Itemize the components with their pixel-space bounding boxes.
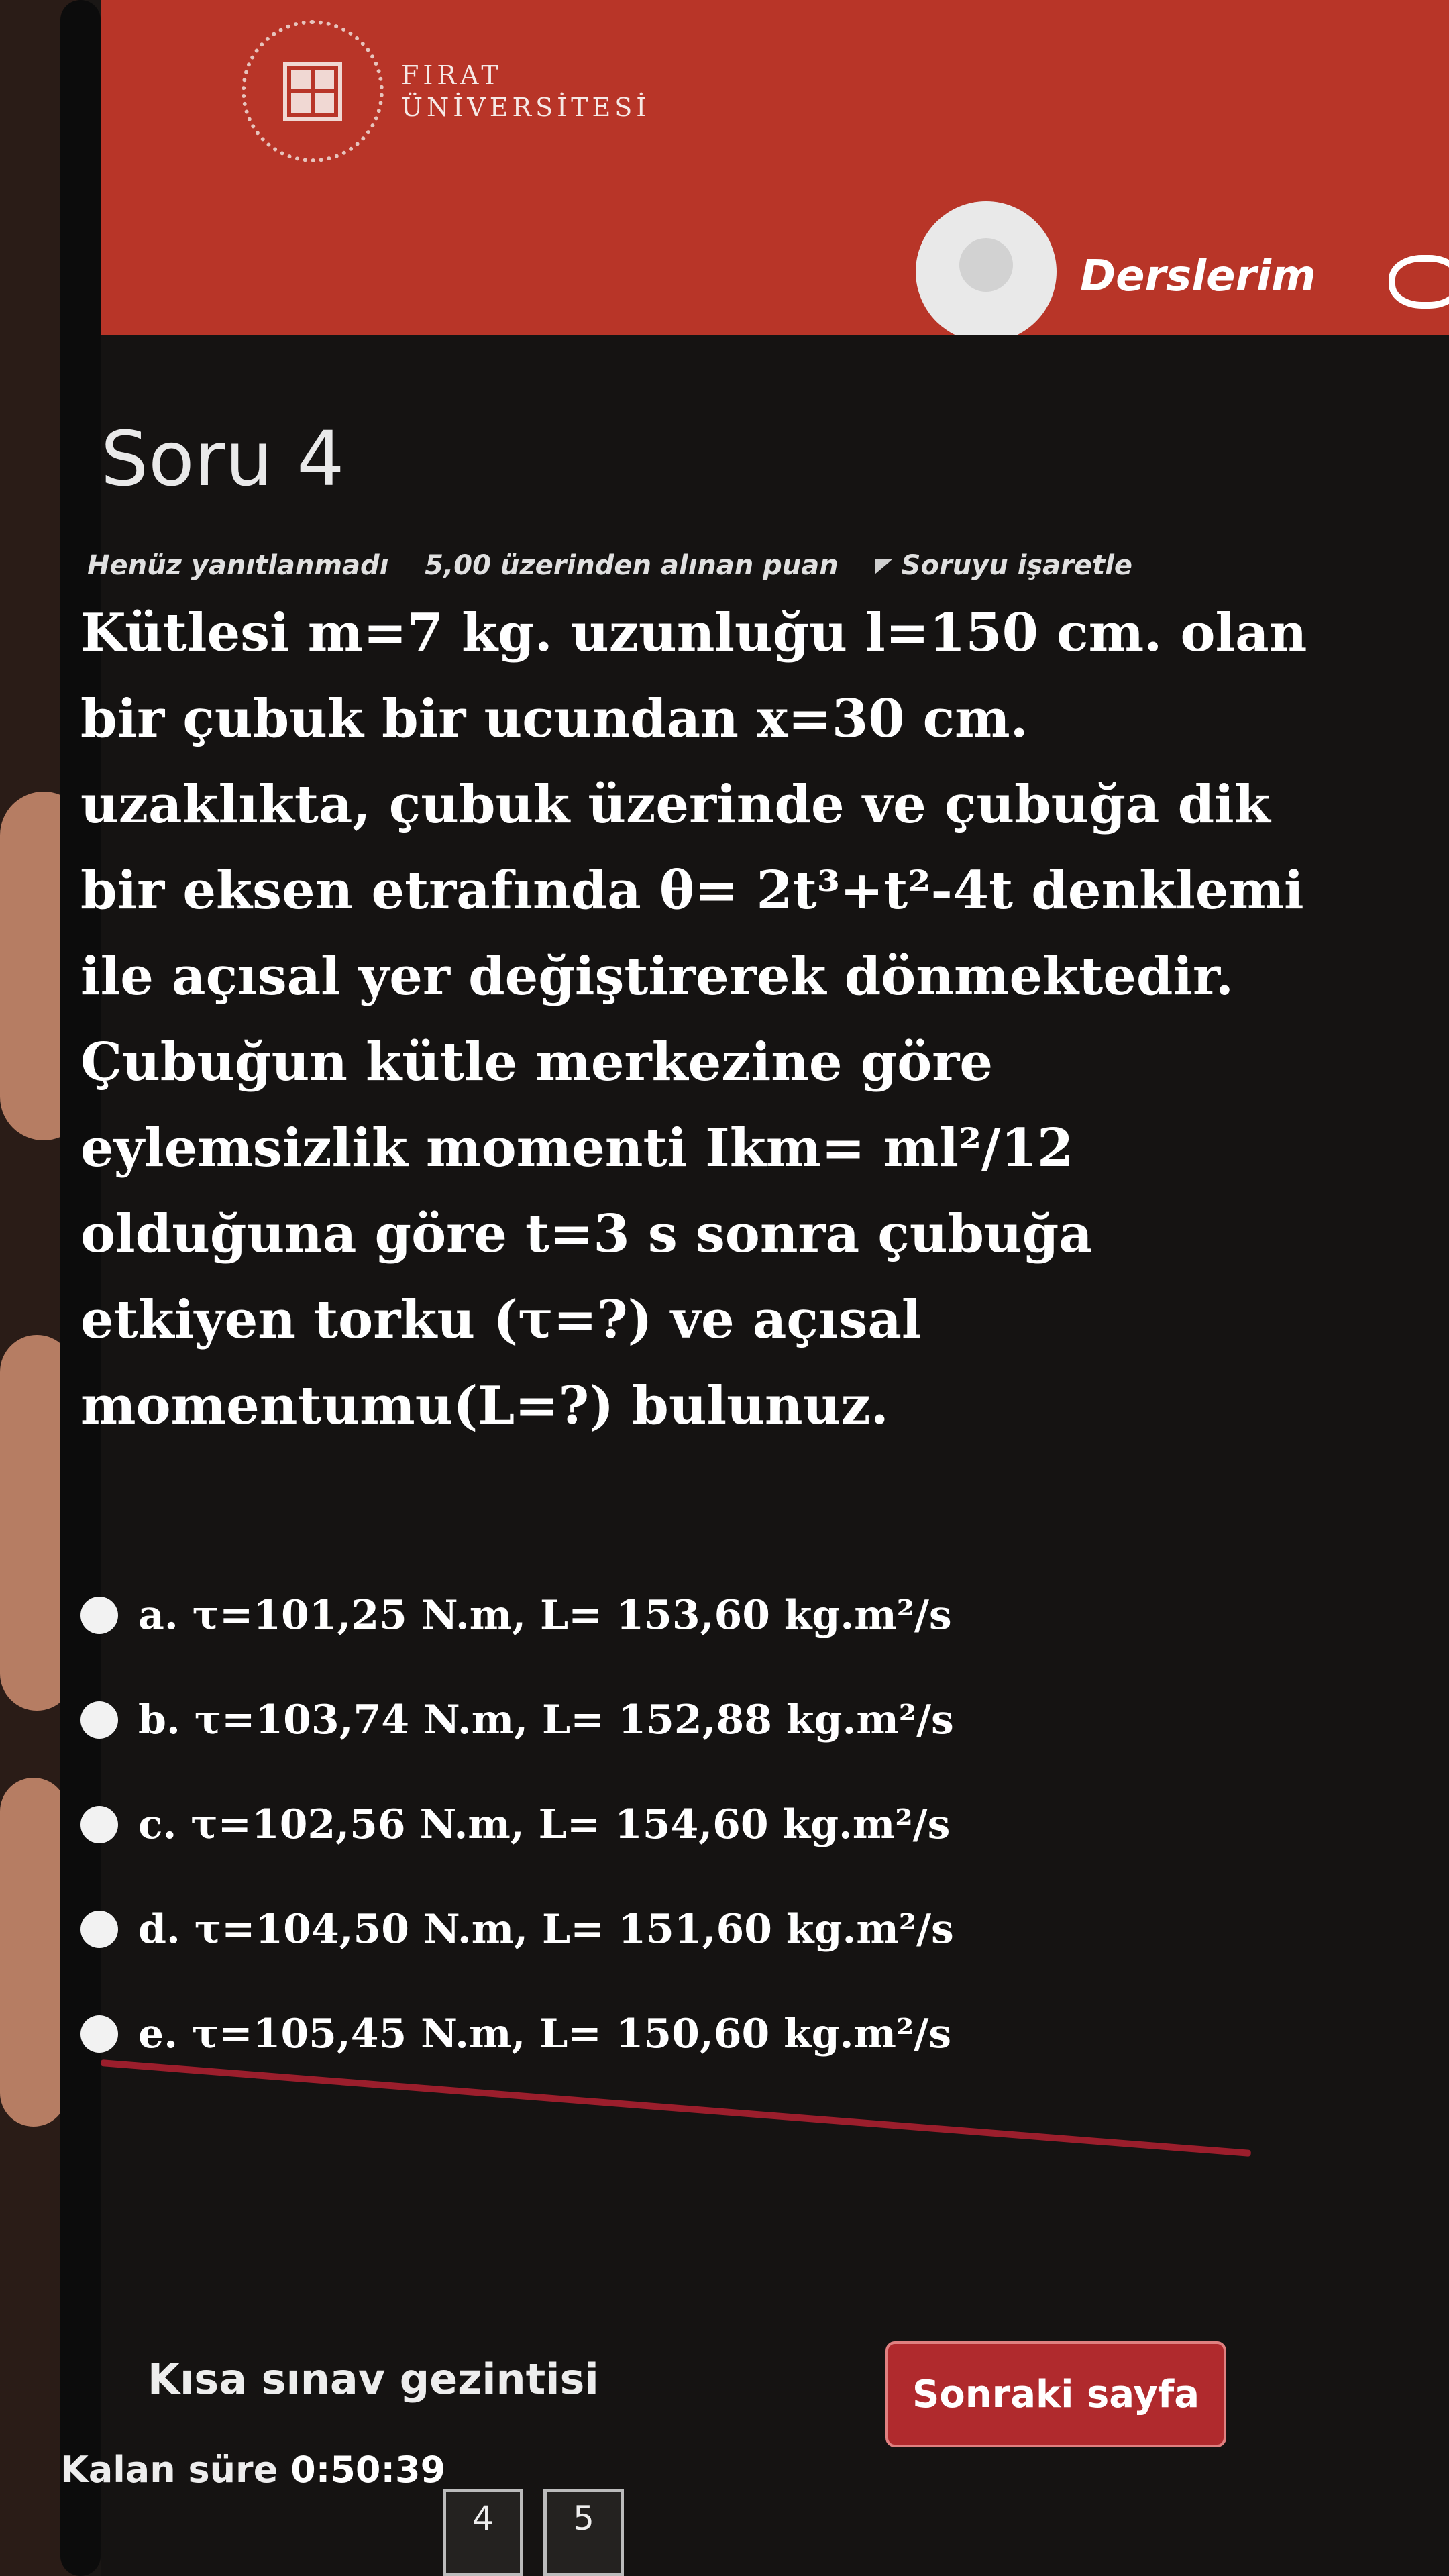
- question-line: ile açısal yer değiştirerek dönmektedir.: [80, 946, 1234, 1007]
- flag-question-link[interactable]: Soruyu işaretle: [874, 550, 1132, 581]
- answer-label: e. τ=105,45 N.m, L= 150,60 kg.m²/s: [138, 2010, 952, 2057]
- question-line: bir çubuk bir ucundan x=30 cm.: [80, 688, 1028, 749]
- radio-button[interactable]: [80, 1701, 118, 1739]
- question-line: Kütlesi m=7 kg. uzunluğu l=150 cm. olan: [80, 602, 1307, 663]
- chat-icon[interactable]: [1389, 255, 1449, 309]
- answer-label: a. τ=101,25 N.m, L= 153,60 kg.m²/s: [138, 1592, 952, 1639]
- time-remaining: Kalan süre 0:50:39: [60, 2449, 445, 2491]
- radio-button[interactable]: [80, 1597, 118, 1634]
- radio-button[interactable]: [80, 1911, 118, 1948]
- page-nav-button[interactable]: 4: [443, 2489, 523, 2576]
- question-title: Soru 4: [101, 416, 345, 503]
- question-line: bir eksen etrafında θ= 2t³+t²-4t denklem…: [80, 860, 1304, 921]
- flag-icon: [874, 559, 892, 574]
- finger: [0, 1778, 67, 2127]
- question-line: eylemsizlik momenti Ikm= ml²/12: [80, 1118, 1074, 1179]
- answer-label: d. τ=104,50 N.m, L= 151,60 kg.m²/s: [138, 1906, 954, 1953]
- question-line: etkiyen torku (τ=?) ve açısal: [80, 1289, 922, 1350]
- time-remaining-value: 0:50:39: [290, 2449, 446, 2491]
- answer-option-b[interactable]: b. τ=103,74 N.m, L= 152,88 kg.m²/s: [80, 1668, 954, 1772]
- quiz-navigation-title: Kısa sınav gezintisi: [148, 2355, 599, 2404]
- radio-button[interactable]: [80, 1806, 118, 1843]
- question-line: olduğuna göre t=3 s sonra çubuğa: [80, 1203, 1093, 1265]
- flag-question-label: Soruyu işaretle: [901, 550, 1132, 581]
- question-line: Çubuğun kütle merkezine göre: [80, 1032, 993, 1093]
- user-avatar[interactable]: [916, 201, 1057, 342]
- page-nav-button[interactable]: 5: [543, 2489, 624, 2576]
- quiz-page-nav: 4 5: [443, 2489, 624, 2576]
- answer-label: b. τ=103,74 N.m, L= 152,88 kg.m²/s: [138, 1697, 954, 1743]
- radio-button[interactable]: [80, 2015, 118, 2053]
- time-remaining-label: Kalan süre: [60, 2449, 278, 2491]
- question-line: momentumu(L=?) bulunuz.: [80, 1375, 889, 1436]
- next-page-button[interactable]: Sonraki sayfa: [885, 2341, 1226, 2447]
- answer-option-d[interactable]: d. τ=104,50 N.m, L= 151,60 kg.m²/s: [80, 1877, 954, 1982]
- answer-label: c. τ=102,56 N.m, L= 154,60 kg.m²/s: [138, 1801, 951, 1848]
- answer-option-a[interactable]: a. τ=101,25 N.m, L= 153,60 kg.m²/s: [80, 1563, 954, 1668]
- university-logo[interactable]: FIRAT ÜNİVERSİTESİ: [241, 20, 651, 162]
- question-status: Henüz yanıtlanmadı: [87, 550, 389, 581]
- question-info: Henüz yanıtlanmadı 5,00 üzerinden alınan…: [87, 550, 1159, 581]
- university-seal-icon: [241, 20, 384, 162]
- question-points: 5,00 üzerinden alınan puan: [425, 550, 839, 581]
- answer-option-c[interactable]: c. τ=102,56 N.m, L= 154,60 kg.m²/s: [80, 1772, 954, 1877]
- question-text: Kütlesi m=7 kg. uzunluğu l=150 cm. olan …: [80, 590, 1355, 1449]
- answer-options: a. τ=101,25 N.m, L= 153,60 kg.m²/s b. τ=…: [80, 1563, 954, 2086]
- my-courses-link[interactable]: Derslerim: [1080, 252, 1316, 301]
- site-header: FIRAT ÜNİVERSİTESİ Derslerim: [101, 0, 1449, 342]
- question-line: uzaklıkta, çubuk üzerinde ve çubuğa dik: [80, 774, 1271, 835]
- university-name: FIRAT ÜNİVERSİTESİ: [401, 60, 651, 122]
